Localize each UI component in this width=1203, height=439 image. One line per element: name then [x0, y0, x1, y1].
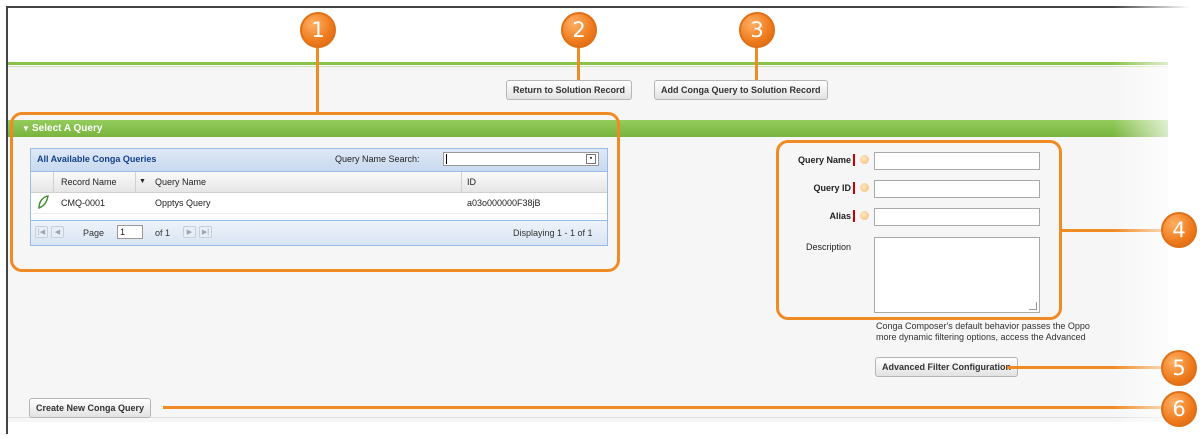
query-name-label: Query Name — [797, 155, 851, 165]
resize-grip-icon[interactable] — [1029, 302, 1037, 310]
select-query-section-header[interactable]: ▼ Select A Query — [8, 120, 1168, 137]
grid-pager: |◀ ◀ Page 1 of 1 ▶ ▶| Displaying 1 - 1 o… — [31, 220, 607, 245]
footer-divider — [8, 417, 1168, 418]
return-to-solution-button[interactable]: Return to Solution Record — [506, 80, 632, 100]
text-caret — [446, 154, 447, 164]
query-id-label: Query ID — [813, 183, 851, 193]
next-page-icon[interactable]: ▶ — [183, 226, 196, 238]
header-divider — [8, 62, 1168, 65]
alias-label: Alias — [829, 211, 851, 221]
first-page-icon[interactable]: |◀ — [35, 226, 48, 238]
cell-query-name[interactable]: Opptys Query — [155, 198, 211, 208]
table-row[interactable]: CMQ-0001 Opptys Query a03o000000F38jB — [31, 193, 607, 214]
grid-title: All Available Conga Queries — [37, 154, 157, 164]
page-of-label: of 1 — [155, 228, 171, 238]
prev-page-icon[interactable]: ◀ — [51, 226, 64, 238]
query-name-search-input[interactable]: ▪ — [443, 152, 599, 166]
collapse-triangle-icon: ▼ — [22, 124, 30, 133]
marker-2: 2 — [561, 12, 597, 48]
sort-dropdown-icon[interactable]: ▼ — [139, 178, 146, 185]
column-separator — [461, 172, 462, 192]
column-header-query-name[interactable]: Query Name — [155, 177, 206, 187]
marker-4: 4 — [1161, 212, 1197, 248]
marker-3: 3 — [739, 12, 775, 48]
cell-id[interactable]: a03o000000F38jB — [467, 198, 541, 208]
search-trigger-icon[interactable]: ▪ — [586, 154, 596, 164]
marker-5: 5 — [1161, 350, 1197, 386]
cell-record-name[interactable]: CMQ-0001 — [61, 198, 105, 208]
column-separator — [135, 172, 136, 192]
last-page-icon[interactable]: ▶| — [199, 226, 212, 238]
grid-column-headers: Record Name ▼ Query Name ID — [31, 172, 607, 193]
alias-field[interactable] — [874, 208, 1040, 226]
query-name-search-label: Query Name Search: — [335, 154, 420, 164]
grid-header: All Available Conga Queries Query Name S… — [31, 149, 607, 172]
description-label: Description — [805, 242, 851, 252]
column-header-id[interactable]: ID — [467, 177, 476, 187]
help-text-line-1: Conga Composer's default behavior passes… — [876, 321, 1090, 331]
required-indicator — [853, 182, 855, 194]
create-new-query-button[interactable]: Create New Conga Query — [29, 398, 152, 418]
page-label: Page — [83, 228, 105, 238]
query-id-field[interactable] — [874, 180, 1040, 198]
required-indicator — [853, 210, 855, 222]
marker-1: 1 — [300, 12, 336, 48]
help-text-line-2: more dynamic filtering options, access t… — [876, 332, 1086, 342]
info-icon[interactable] — [860, 155, 869, 164]
column-header-record-name[interactable]: Record Name — [61, 177, 117, 187]
required-indicator — [853, 154, 855, 166]
displaying-count: Displaying 1 - 1 of 1 — [513, 228, 593, 238]
add-query-to-solution-button[interactable]: Add Conga Query to Solution Record — [654, 80, 828, 100]
page-number-input[interactable]: 1 — [117, 225, 143, 239]
advanced-filter-button[interactable]: Advanced Filter Configuration — [875, 357, 1019, 377]
info-icon[interactable] — [860, 211, 869, 220]
column-separator — [53, 172, 54, 192]
query-name-field[interactable] — [874, 152, 1040, 170]
queries-grid: All Available Conga Queries Query Name S… — [30, 148, 608, 246]
section-title: Select A Query — [32, 123, 103, 134]
record-leaf-icon — [37, 195, 49, 211]
info-icon[interactable] — [860, 183, 869, 192]
description-textarea[interactable] — [874, 237, 1040, 313]
marker-6: 6 — [1161, 391, 1197, 427]
